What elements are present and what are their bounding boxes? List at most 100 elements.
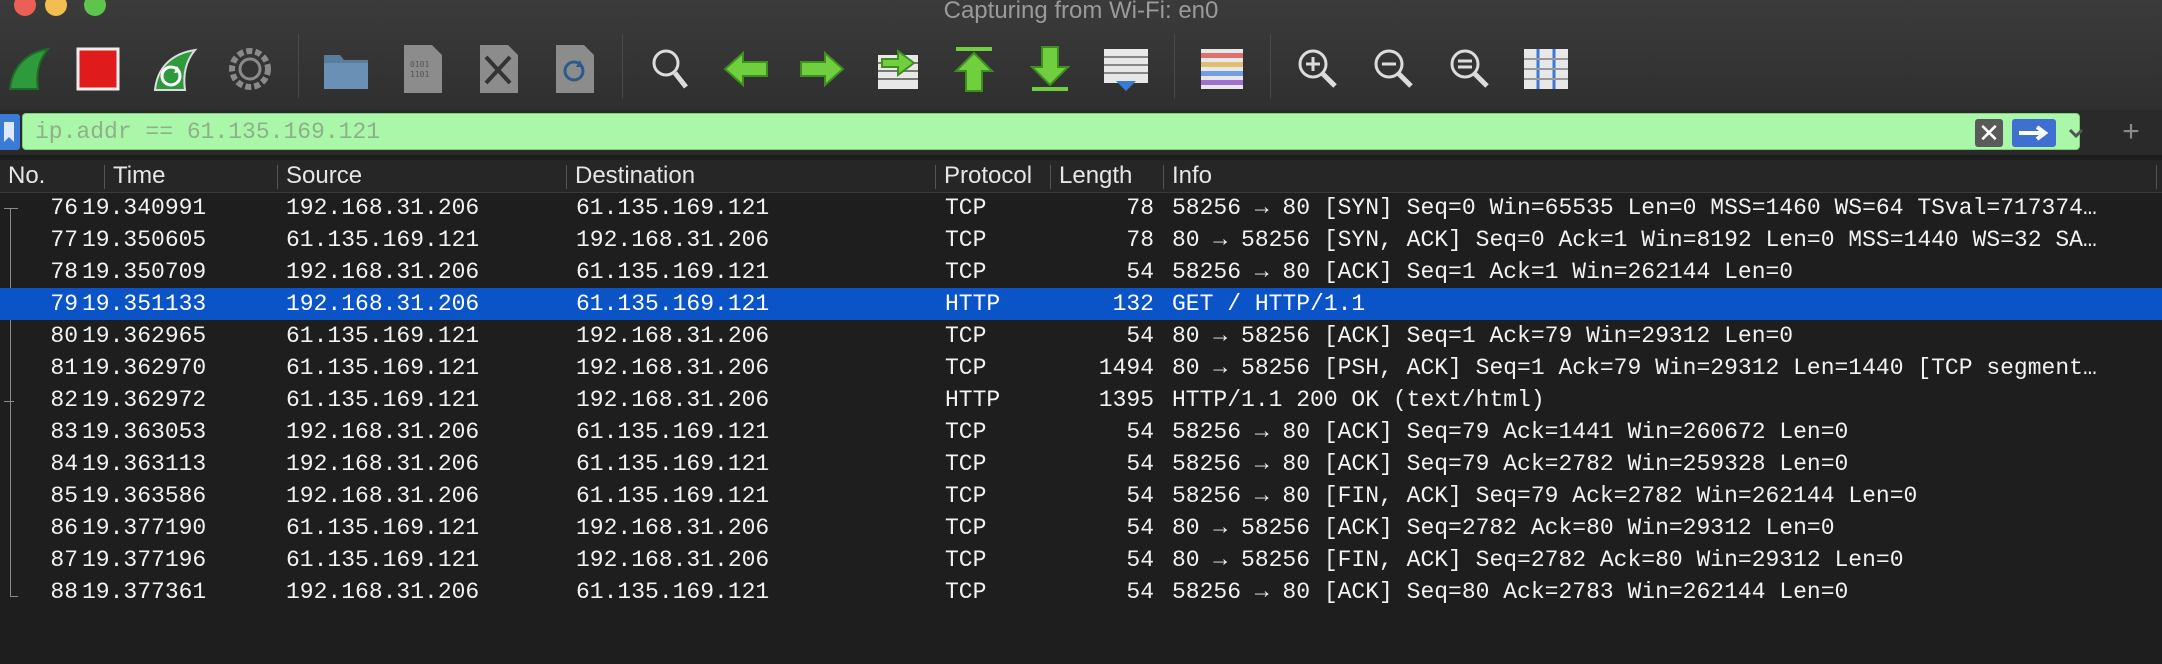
packet-protocol: TCP	[945, 259, 987, 285]
packet-length: 54	[1126, 419, 1154, 445]
stop-capture-icon	[76, 47, 120, 91]
packet-no: 77	[50, 227, 78, 253]
packet-row[interactable]: 81 19.362970 61.135.169.121 192.168.31.206 T…	[0, 352, 2162, 384]
colorize-icon	[1201, 49, 1243, 89]
save-file-button[interactable]: 0101 1101	[394, 42, 450, 96]
toolbar-separator	[298, 34, 299, 98]
packet-info: 58256 → 80 [ACK] Seq=80 Ack=2783 Win=262…	[1172, 579, 1849, 605]
close-file-button[interactable]	[470, 42, 526, 96]
packet-time: 19.351133	[82, 291, 207, 317]
packet-length: 78	[1126, 195, 1154, 221]
column-header-info[interactable]: Info	[1164, 160, 2154, 192]
packet-no: 76	[50, 195, 78, 221]
column-divider[interactable]	[2156, 165, 2157, 189]
reload-file-button[interactable]	[546, 42, 602, 96]
zoom-out-button[interactable]	[1366, 42, 1422, 96]
packet-row[interactable]: 86 19.377190 61.135.169.121 192.168.31.206 T…	[0, 512, 2162, 544]
open-file-button[interactable]	[318, 42, 374, 96]
toolbar-separator	[1174, 34, 1175, 98]
restart-capture-icon	[153, 48, 198, 91]
capture-options-icon	[229, 48, 271, 90]
packet-row[interactable]: 87 19.377196 61.135.169.121 192.168.31.206 T…	[0, 544, 2162, 576]
column-header-protocol[interactable]: Protocol	[936, 160, 1050, 192]
bookmark-icon	[4, 122, 14, 142]
packet-info: 58256 → 80 [FIN, ACK] Seq=79 Ack=2782 Wi…	[1172, 483, 1918, 509]
packet-row[interactable]: 83 19.363053 192.168.31.206 61.135.169.121 T…	[0, 416, 2162, 448]
packet-protocol: TCP	[945, 483, 987, 509]
packet-protocol: TCP	[945, 547, 987, 573]
packet-protocol: TCP	[945, 451, 987, 477]
packet-length: 1494	[1098, 355, 1154, 381]
packet-length: 54	[1126, 323, 1154, 349]
autoscroll-button[interactable]	[1098, 42, 1154, 96]
packet-destination: 192.168.31.206	[576, 355, 770, 381]
packet-destination: 61.135.169.121	[576, 483, 770, 509]
svg-text:0101: 0101	[410, 60, 429, 69]
packet-row[interactable]: 79 19.351133 192.168.31.206 61.135.169.121 H…	[0, 288, 2162, 320]
go-back-button[interactable]	[718, 42, 774, 96]
packet-row[interactable]: 78 19.350709 192.168.31.206 61.135.169.121 T…	[0, 256, 2162, 288]
add-filter-button[interactable]: +	[2116, 115, 2146, 149]
go-last-packet-icon	[1029, 46, 1071, 91]
filter-history-dropdown[interactable]	[2066, 119, 2086, 147]
zoom-in-button[interactable]	[1290, 42, 1346, 96]
packet-row[interactable]: 77 19.350605 61.135.169.121 192.168.31.206 T…	[0, 224, 2162, 256]
packet-row[interactable]: 84 19.363113 192.168.31.206 61.135.169.121 T…	[0, 448, 2162, 480]
packet-no: 82	[50, 387, 78, 413]
packet-source: 61.135.169.121	[286, 387, 480, 413]
packet-length: 54	[1126, 547, 1154, 573]
display-filter-input[interactable]	[22, 113, 2080, 150]
find-packet-button[interactable]	[642, 42, 698, 96]
packet-row[interactable]: 82 19.362972 61.135.169.121 192.168.31.206 H…	[0, 384, 2162, 416]
packet-list-header: No. Time Source Destination Protocol Len…	[0, 160, 2162, 193]
packet-source: 61.135.169.121	[286, 227, 480, 253]
stop-capture-button[interactable]	[70, 42, 126, 96]
packet-info: 58256 → 80 [ACK] Seq=79 Ack=2782 Win=259…	[1172, 451, 1849, 477]
column-header-destination[interactable]: Destination	[567, 160, 935, 192]
column-header-length[interactable]: Length	[1051, 160, 1163, 192]
resize-columns-button[interactable]	[1518, 42, 1574, 96]
colorize-button[interactable]	[1194, 42, 1250, 96]
packet-row[interactable]: 88 19.377361 192.168.31.206 61.135.169.121 T…	[0, 576, 2162, 608]
arrow-right-icon	[2019, 125, 2049, 141]
filter-bookmark-button[interactable]	[0, 114, 20, 150]
go-last-packet-button[interactable]	[1022, 42, 1078, 96]
start-capture-button[interactable]	[0, 42, 56, 96]
packet-time: 19.350605	[82, 227, 207, 253]
zoom-normal-button[interactable]	[1442, 42, 1498, 96]
packet-no: 85	[50, 483, 78, 509]
restart-capture-button[interactable]	[146, 42, 202, 96]
packet-info: 80 → 58256 [ACK] Seq=2782 Ack=80 Win=293…	[1172, 515, 1835, 541]
packet-no: 79	[50, 291, 78, 317]
column-header-no[interactable]: No.	[0, 160, 104, 192]
packet-row[interactable]: 76 19.340991 192.168.31.206 61.135.169.121 T…	[0, 192, 2162, 224]
resize-columns-icon	[1524, 49, 1568, 89]
packet-length: 54	[1126, 483, 1154, 509]
packet-time: 19.363053	[82, 419, 207, 445]
go-forward-button[interactable]	[794, 42, 850, 96]
column-header-source[interactable]: Source	[278, 160, 566, 192]
packet-info: 58256 → 80 [ACK] Seq=1 Ack=1 Win=262144 …	[1172, 259, 1794, 285]
display-filter-bar: ✕ +	[0, 110, 2162, 155]
packet-info: 80 → 58256 [SYN, ACK] Seq=0 Ack=1 Win=81…	[1172, 227, 2097, 253]
toolbar: Capturing from Wi-Fi: en0 0101 1101	[0, 0, 2162, 111]
packet-info: 80 → 58256 [PSH, ACK] Seq=1 Ack=79 Win=2…	[1172, 355, 2097, 381]
go-first-packet-button[interactable]	[946, 42, 1002, 96]
packet-destination: 61.135.169.121	[576, 451, 770, 477]
go-to-packet-button[interactable]	[870, 42, 926, 96]
chevron-down-icon	[2068, 128, 2084, 139]
packet-row[interactable]: 80 19.362965 61.135.169.121 192.168.31.206 T…	[0, 320, 2162, 352]
packet-protocol: TCP	[945, 227, 987, 253]
packet-row[interactable]: 85 19.363586 192.168.31.206 61.135.169.121 T…	[0, 480, 2162, 512]
clear-filter-button[interactable]: ✕	[1975, 119, 2003, 147]
apply-filter-button[interactable]	[2012, 119, 2056, 147]
capture-options-button[interactable]	[222, 42, 278, 96]
packet-no: 78	[50, 259, 78, 285]
packet-source: 61.135.169.121	[286, 547, 480, 573]
packet-protocol: TCP	[945, 355, 987, 381]
packet-source: 61.135.169.121	[286, 515, 480, 541]
column-header-time[interactable]: Time	[105, 160, 277, 192]
packet-info: 58256 → 80 [SYN] Seq=0 Win=65535 Len=0 M…	[1172, 195, 2097, 221]
packet-source: 61.135.169.121	[286, 355, 480, 381]
packet-time: 19.362965	[82, 323, 207, 349]
